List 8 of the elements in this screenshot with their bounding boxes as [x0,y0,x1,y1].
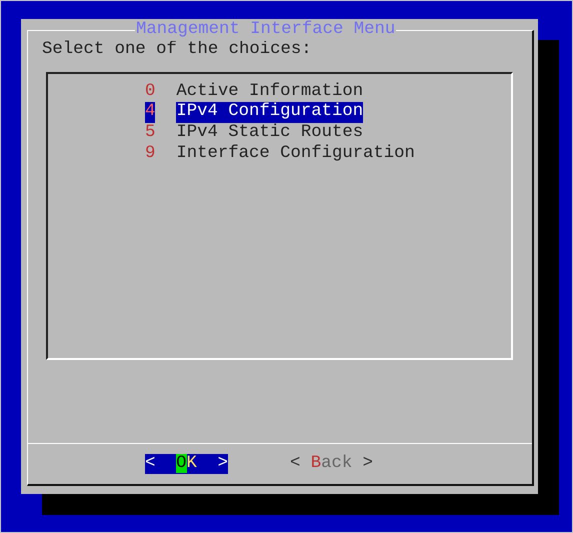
menu-item[interactable]: IPv4 Static Routes [176,123,364,144]
menu-item[interactable]: IPv4 Configuration [176,102,364,124]
prompt-text: Select one of the choices: [42,40,313,61]
back-button[interactable]: < Back > [290,454,373,474]
menu-item[interactable]: Active Information [176,82,364,102]
menu-item[interactable]: Interface Configuration [176,144,415,164]
menu-item-tag[interactable]: 4 [145,102,156,124]
ok-button[interactable]: < OK > [145,454,228,474]
